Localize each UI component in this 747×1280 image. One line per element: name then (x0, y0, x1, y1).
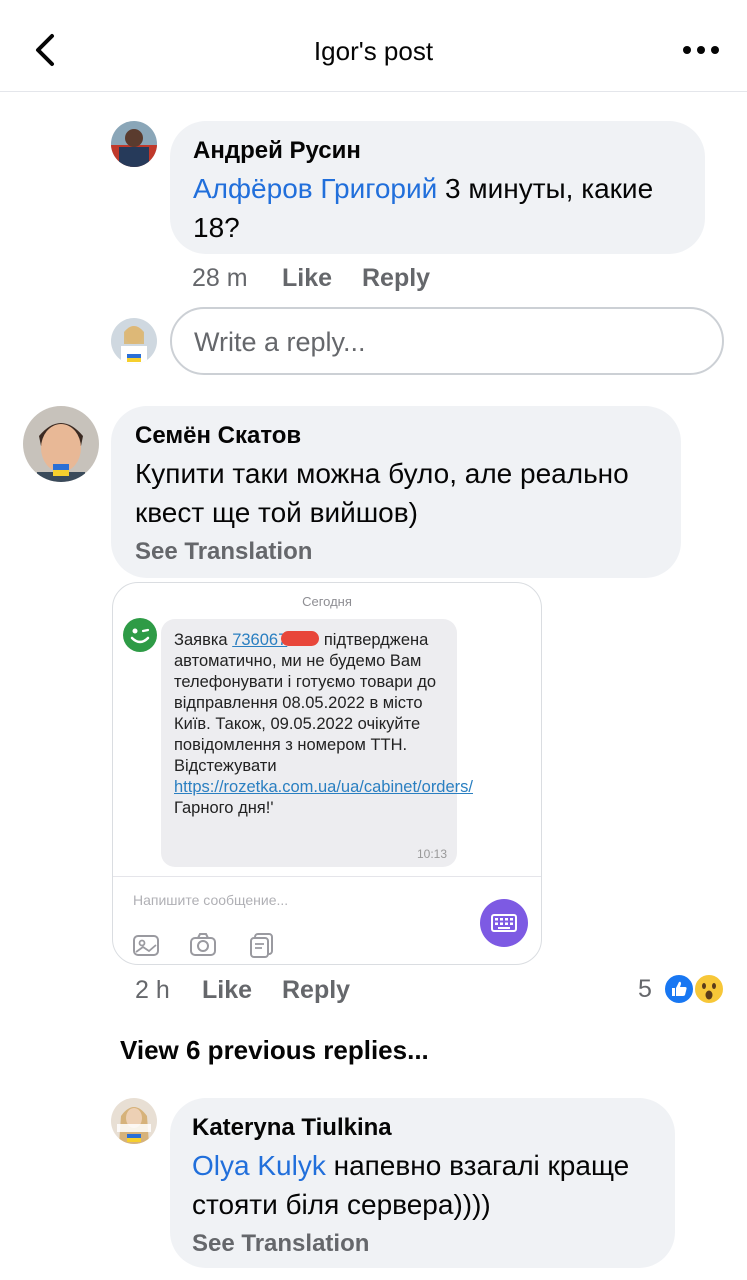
comment-bubble: Андрей Русин Алфёров Григорий 3 минуты, … (170, 121, 705, 254)
comment-time: 28 m (192, 264, 248, 292)
comment-text-line2: стояти біля сервера)))) (192, 1189, 491, 1220)
chat-date-label: Сегодня (302, 594, 352, 609)
comment-text: Купити таки можна було, але реально квес… (135, 454, 675, 532)
keyboard-icon (480, 899, 528, 947)
comment-text-line1: Купити таки можна було, але реально (135, 458, 629, 489)
comment-bubble: Kateryna Tiulkina Olya Kulyk напевно вза… (170, 1098, 675, 1268)
attached-image[interactable]: Сегодня Заявка 736067 підтверджена автом… (112, 582, 542, 965)
like-reaction-icon (663, 973, 695, 1005)
chat-message-bubble: Заявка 736067 підтверджена автоматично, … (161, 619, 473, 867)
chat-message-time: 10:13 (416, 847, 447, 861)
avatar[interactable] (111, 1098, 157, 1144)
avatar[interactable] (111, 121, 157, 167)
reply-placeholder: Write a reply... (194, 327, 366, 357)
comment-bubble: Семён Скатов Купити таки можна було, але… (111, 406, 681, 578)
comment-text-line1: напевно взагалі краще (325, 1150, 630, 1181)
comment-time: 2 h (135, 976, 170, 1004)
gallery-icon (131, 931, 161, 959)
msg-prefix: Заявка (174, 631, 233, 649)
top-bar: Igor's post (0, 0, 747, 92)
reply-button[interactable]: Reply (282, 976, 350, 1005)
msg-body: підтверджена автоматично, ми не будемо В… (174, 631, 436, 775)
like-button[interactable]: Like (282, 264, 332, 293)
redaction-mark (281, 631, 320, 646)
reaction-count: 5 (638, 975, 652, 1003)
smiley-icon (123, 618, 157, 652)
view-previous-replies-link[interactable]: View 6 previous replies... (120, 1035, 429, 1066)
orders-link: https://rozetka.com.ua/ua/cabinet/orders… (174, 778, 473, 796)
order-number-link: 736067 (232, 631, 288, 649)
more-options-icon[interactable] (681, 38, 721, 62)
mention-link[interactable]: Алфёров Григорий (193, 173, 437, 204)
comment-text-line2: квест ще той вийшов) (135, 497, 418, 528)
comment-text: Olya Kulyk напевно взагалі краще стояти … (192, 1146, 672, 1224)
comment-author[interactable]: Андрей Русин (193, 137, 361, 165)
avatar[interactable] (23, 406, 99, 482)
chat-message-text: Заявка 736067 підтверджена автоматично, … (174, 630, 473, 819)
see-translation-link[interactable]: See Translation (135, 538, 312, 566)
comment-text-line2: 18? (193, 212, 240, 243)
chat-divider (113, 876, 541, 877)
comment-text-line1: 3 минуты, какие (437, 173, 654, 204)
like-button[interactable]: Like (202, 976, 252, 1005)
comment-author[interactable]: Семён Скатов (135, 422, 301, 450)
sticker-icon (247, 931, 277, 959)
msg-suffix: Гарного дня!' (174, 799, 274, 817)
wow-reaction-icon (693, 973, 725, 1005)
reply-input[interactable]: Write a reply... (170, 307, 724, 375)
chat-input-placeholder: Напишите сообщение... (133, 892, 289, 908)
page-title: Igor's post (313, 36, 434, 66)
see-translation-link[interactable]: See Translation (192, 1230, 369, 1258)
camera-icon (188, 931, 218, 959)
comment-text: Алфёров Григорий 3 минуты, какие 18? (193, 169, 693, 247)
reply-button[interactable]: Reply (362, 264, 430, 293)
comment-author[interactable]: Kateryna Tiulkina (192, 1114, 392, 1142)
mention-link[interactable]: Olya Kulyk (192, 1150, 326, 1181)
user-avatar (111, 318, 157, 364)
